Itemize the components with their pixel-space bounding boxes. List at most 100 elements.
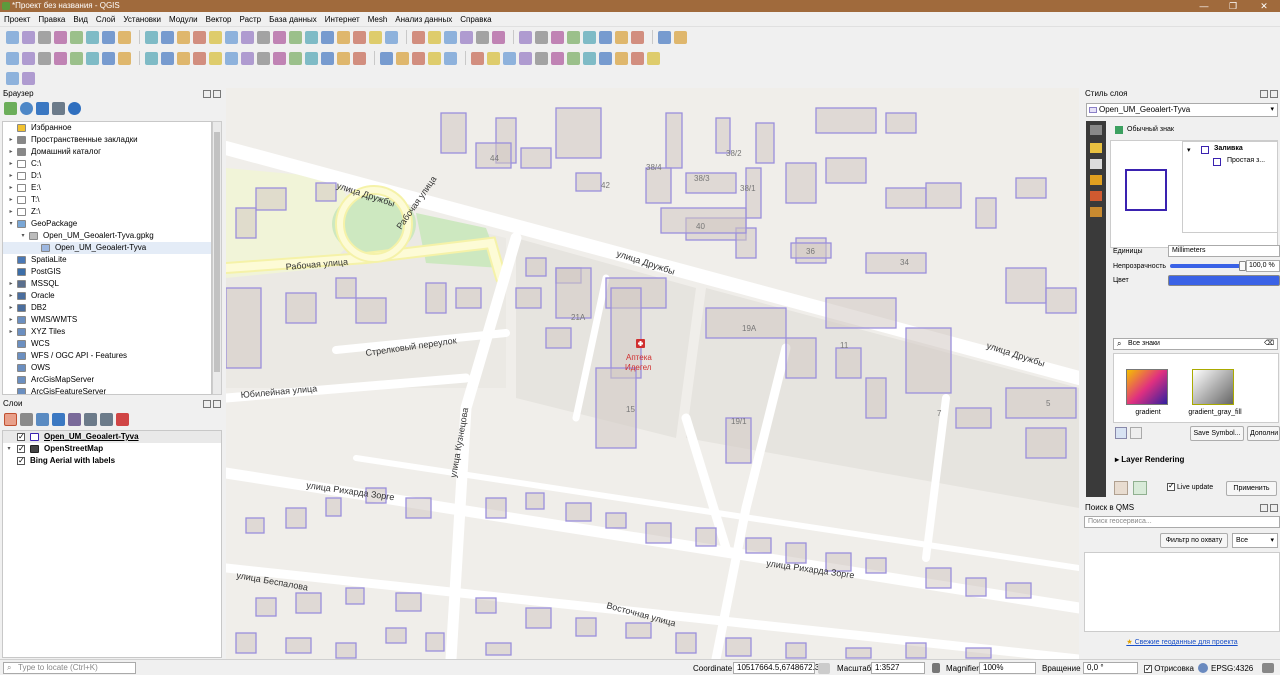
building-footprint[interactable] <box>705 307 787 339</box>
nav-tool-8-icon[interactable] <box>145 30 158 44</box>
expand-arrow-icon[interactable]: ▸ <box>7 278 15 290</box>
browser-item[interactable]: ▸ T:\ <box>3 194 211 206</box>
close-panel-button[interactable] <box>213 400 221 408</box>
nav-tool-19-icon[interactable] <box>321 30 334 44</box>
building-footprint[interactable] <box>395 592 422 612</box>
building-footprint[interactable] <box>285 637 312 654</box>
edit-tool-2-icon[interactable] <box>38 51 51 65</box>
opacity-slider[interactable] <box>1170 261 1246 271</box>
edit-tool-15-icon[interactable] <box>257 51 270 65</box>
save-symbol-button[interactable]: Save Symbol... <box>1190 426 1244 441</box>
building-footprint[interactable] <box>625 622 652 639</box>
menu-item-6[interactable]: Вектор <box>206 15 232 24</box>
edit-tool-14-icon[interactable] <box>241 51 254 65</box>
building-footprint[interactable] <box>255 597 277 617</box>
float-panel-button[interactable] <box>203 400 211 408</box>
clear-icon[interactable]: ⌫ <box>1264 339 1274 349</box>
browser-item[interactable]: ▸ Пространственные закладки <box>3 134 211 146</box>
nav-tool-36-icon[interactable] <box>615 30 628 44</box>
building-footprint[interactable] <box>1045 287 1077 314</box>
diagrams-tab-icon[interactable] <box>1090 191 1102 201</box>
scale-combo[interactable]: 1:3527 <box>871 662 925 674</box>
fill-tree-item[interactable]: Заливка <box>1214 145 1243 152</box>
browser-item[interactable]: ▸ Z:\ <box>3 206 211 218</box>
menu-item-0[interactable]: Проект <box>4 15 30 24</box>
qms-search-input[interactable]: Поиск геосервиса... <box>1084 516 1280 528</box>
browser-item[interactable]: WFS / OGC API - Features <box>3 350 211 362</box>
expand-arrow-icon[interactable]: ▸ <box>7 182 15 194</box>
building-footprint[interactable] <box>1005 267 1047 304</box>
building-footprint[interactable] <box>645 522 672 544</box>
nav-tool-1-icon[interactable] <box>22 30 35 44</box>
building-footprint[interactable] <box>520 147 552 169</box>
building-footprint[interactable] <box>1005 387 1077 419</box>
map-canvas[interactable]: улица Дружбы Рабочая улица Рабочая улица ул… <box>226 88 1079 659</box>
qms-results-list[interactable] <box>1084 552 1280 632</box>
browser-item[interactable]: ▸ Домашний каталог <box>3 146 211 158</box>
building-footprint[interactable] <box>285 292 317 324</box>
gradient-gray-symbol[interactable] <box>1192 369 1234 405</box>
edit-tool-19-icon[interactable] <box>321 51 334 65</box>
browser-scrollbar[interactable] <box>212 121 222 395</box>
layer-item[interactable]: Bing Aerial with labels <box>3 455 221 467</box>
building-footprint[interactable] <box>755 122 775 164</box>
building-footprint[interactable] <box>605 512 627 529</box>
building-footprint[interactable] <box>1025 427 1067 459</box>
browser-item[interactable]: ▸ MSSQL <box>3 278 211 290</box>
apply-button[interactable]: Применить <box>1226 481 1277 496</box>
edit-tool-18-icon[interactable] <box>305 51 318 65</box>
menu-item-5[interactable]: Модули <box>169 15 198 24</box>
expand-arrow-icon[interactable]: ▸ <box>7 170 15 182</box>
edit-tool-37-icon[interactable] <box>631 51 644 65</box>
building-footprint[interactable] <box>715 117 731 154</box>
nav-tool-26-icon[interactable] <box>444 30 457 44</box>
labels-tab-icon[interactable] <box>1090 143 1102 153</box>
renderer-select[interactable]: Обычный знак <box>1109 123 1279 137</box>
qms-type-select[interactable]: Все ▾ <box>1232 533 1278 548</box>
nav-tool-28-icon[interactable] <box>476 30 489 44</box>
edit-tool-1-icon[interactable] <box>22 51 35 65</box>
nav-tool-6-icon[interactable] <box>102 30 115 44</box>
browser-item[interactable]: ArcGisFeatureServer <box>3 386 211 394</box>
nav-tool-38-icon[interactable] <box>658 30 671 44</box>
building-footprint[interactable] <box>455 287 482 309</box>
3d-view-tab-icon[interactable] <box>1090 175 1102 185</box>
layer-visibility-checkbox[interactable] <box>17 431 25 443</box>
gradient-symbol[interactable] <box>1126 369 1168 405</box>
nav-tool-7-icon[interactable] <box>118 30 131 44</box>
building-footprint[interactable] <box>335 277 357 299</box>
edit-tool-6-icon[interactable] <box>102 51 115 65</box>
building-footprint[interactable] <box>475 597 497 614</box>
edit-tool-7-icon[interactable] <box>118 51 131 65</box>
building-footprint[interactable] <box>385 627 407 644</box>
building-footprint[interactable] <box>965 647 992 659</box>
magnifier-spinbox[interactable]: 100% <box>979 662 1036 674</box>
building-footprint[interactable] <box>485 642 512 656</box>
building-footprint[interactable] <box>965 577 987 597</box>
edit-tool-12-icon[interactable] <box>209 51 222 65</box>
building-footprint[interactable] <box>295 592 322 614</box>
nav-tool-11-icon[interactable] <box>193 30 206 44</box>
building-footprint[interactable] <box>525 492 545 510</box>
plugin-tool-0-icon[interactable] <box>6 71 19 85</box>
building-footprint[interactable] <box>835 347 862 379</box>
layer-select[interactable]: Open_UM_Geoalert-Tyva ▾ <box>1086 103 1278 117</box>
menu-item-1[interactable]: Правка <box>38 15 65 24</box>
float-panel-button[interactable] <box>1260 90 1268 98</box>
building-footprint[interactable] <box>695 527 717 547</box>
minimize-button[interactable]: — <box>1190 0 1218 12</box>
edit-tool-10-icon[interactable] <box>177 51 190 65</box>
building-footprint[interactable] <box>575 172 602 192</box>
building-footprint[interactable] <box>865 377 887 419</box>
building-footprint[interactable] <box>905 642 927 659</box>
building-footprint[interactable] <box>845 647 872 659</box>
building-footprint[interactable] <box>235 207 257 239</box>
nav-tool-29-icon[interactable] <box>492 30 505 44</box>
menu-item-2[interactable]: Вид <box>73 15 87 24</box>
symbology-tab-icon[interactable] <box>1090 125 1102 135</box>
browser-item[interactable]: OWS <box>3 362 211 374</box>
building-footprint[interactable] <box>515 287 542 309</box>
browser-item[interactable]: ▸ WMS/WMTS <box>3 314 211 326</box>
expand-arrow-icon[interactable]: ▸ <box>7 302 15 314</box>
edit-tool-35-icon[interactable] <box>599 51 612 65</box>
